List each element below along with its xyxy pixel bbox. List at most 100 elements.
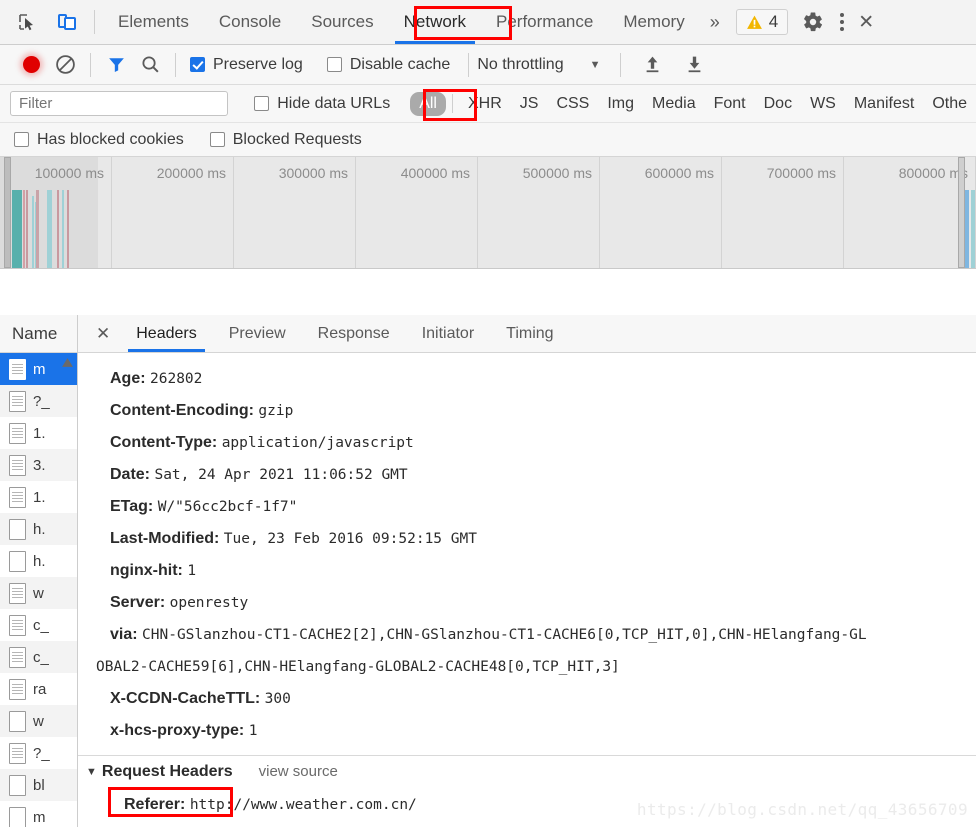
name-column-header[interactable]: Name [0,315,77,353]
close-detail-icon[interactable]: ✕ [92,324,120,344]
request-row-11[interactable]: w [0,705,77,737]
filter-type-other[interactable]: Othe [923,92,976,116]
filter-type-css[interactable]: CSS [547,92,598,116]
overview-left-handle[interactable] [4,157,11,268]
warning-count: 4 [768,12,779,31]
detail-tab-headers[interactable]: Headers [120,315,212,352]
export-har-button[interactable] [677,50,711,80]
device-toggle-icon[interactable] [54,9,80,35]
overview-tick-label: 700000 ms [766,165,836,181]
overview-tick-label: 100000 ms [34,165,104,181]
request-row-9[interactable]: c_ [0,641,77,673]
tab-console[interactable]: Console [204,0,296,44]
header-name: Age: [110,370,146,387]
request-row-7[interactable]: w [0,577,77,609]
header-name: Content-Type: [110,434,218,451]
filter-type-manifest[interactable]: Manifest [845,92,923,116]
overview-right-handle[interactable] [958,157,965,268]
filter-input[interactable] [10,91,229,116]
blocked-filters-bar: Has blocked cookies Blocked Requests [0,123,976,157]
preserve-log-checkbox-box [190,57,205,72]
detail-tab-preview[interactable]: Preview [213,315,302,352]
request-row-12[interactable]: ?_ [0,737,77,769]
has-blocked-cookies-checkbox[interactable]: Has blocked cookies [14,131,184,149]
disable-cache-checkbox[interactable]: Disable cache [326,56,450,74]
header-value: openresty [169,595,249,611]
request-list[interactable]: m ?_ 1. 3. 1. h. h. w c_ c_ ra w ?_ bl m [0,353,77,827]
document-icon [9,422,26,444]
scroll-up-arrow-icon[interactable] [61,355,74,373]
tab-performance[interactable]: Performance [481,0,608,44]
import-arrow-up-icon [646,56,659,73]
devtools-window: Elements Console Sources Network Perform… [0,0,976,827]
header-value: Sat, 24 Apr 2021 11:06:52 GMT [154,467,408,483]
filter-type-media[interactable]: Media [643,92,705,116]
inspect-element-icon[interactable] [14,9,40,35]
request-row-13[interactable]: bl [0,769,77,801]
toolbar-divider-5 [620,52,622,77]
tab-network[interactable]: Network [389,0,481,44]
filter-type-ws[interactable]: WS [801,92,845,116]
import-har-button[interactable] [635,50,669,80]
tab-memory[interactable]: Memory [608,0,699,44]
search-button[interactable] [133,50,167,80]
blank-document-icon [9,774,26,796]
request-name: ra [33,680,47,698]
request-row-8[interactable]: c_ [0,609,77,641]
gear-icon[interactable] [800,9,826,35]
request-row-14[interactable]: m [0,801,77,827]
request-name: c_ [33,616,49,634]
warning-badge[interactable]: 4 [735,9,789,35]
request-row-10[interactable]: ra [0,673,77,705]
header-value: application/javascript [221,435,414,451]
more-tabs-icon[interactable]: » [700,12,730,33]
filter-type-js[interactable]: JS [511,92,548,116]
tab-sources[interactable]: Sources [296,0,388,44]
clear-button[interactable] [48,50,82,80]
devtools-tabbar: Elements Console Sources Network Perform… [0,0,976,45]
kebab-menu-icon[interactable] [826,13,858,31]
tab-elements[interactable]: Elements [103,0,204,44]
response-header-row: via: CHN-GSlanzhou-CT1-CACHE2[2],CHN-GSl… [96,619,976,651]
hide-data-urls-checkbox[interactable]: Hide data URLs [254,95,390,113]
request-row-1[interactable]: ?_ [0,385,77,417]
blocked-requests-label: Blocked Requests [232,130,362,148]
preserve-log-checkbox[interactable]: Preserve log [190,56,303,74]
filter-button[interactable] [99,50,133,80]
filter-type-doc[interactable]: Doc [755,92,801,116]
throttling-dropdown[interactable]: No throttling ▼ [477,56,600,74]
blank-document-icon [9,710,26,732]
triangle-down-icon[interactable]: ▼ [86,755,97,789]
record-button[interactable] [14,50,48,80]
request-row-3[interactable]: 3. [0,449,77,481]
network-overview-timeline[interactable]: 100000 ms 200000 ms 300000 ms 400000 ms … [0,157,976,269]
throttling-value: No throttling [477,55,564,73]
document-icon [9,358,26,380]
detail-tab-timing[interactable]: Timing [490,315,569,352]
toolbar-divider-2 [90,52,91,77]
view-source-link[interactable]: view source [259,755,338,789]
request-row-5[interactable]: h. [0,513,77,545]
toolbar-divider-3 [175,52,176,77]
filter-type-img[interactable]: Img [598,92,643,116]
filter-type-all[interactable]: All [410,91,446,116]
header-name: Referer: [124,796,186,813]
close-icon[interactable]: ✕ [858,11,874,34]
blank-document-icon [9,518,26,540]
header-value: CHN-GSlanzhou-CT1-CACHE2[2],CHN-GSlanzho… [142,627,867,643]
request-headers-section-header[interactable]: ▼ Request Headers view source [86,755,976,789]
filter-type-font[interactable]: Font [705,92,755,116]
document-icon [9,678,26,700]
blocked-requests-checkbox[interactable]: Blocked Requests [209,130,362,149]
document-icon [9,646,26,668]
detail-tab-response[interactable]: Response [302,315,406,352]
disable-cache-checkbox-box [326,57,342,72]
request-row-6[interactable]: h. [0,545,77,577]
request-row-4[interactable]: 1. [0,481,77,513]
filter-type-xhr[interactable]: XHR [459,92,511,116]
detail-tab-initiator[interactable]: Initiator [406,315,490,352]
toolbar-divider [94,10,95,34]
header-value: 300 [264,691,291,707]
request-name: m [33,808,46,826]
request-row-2[interactable]: 1. [0,417,77,449]
